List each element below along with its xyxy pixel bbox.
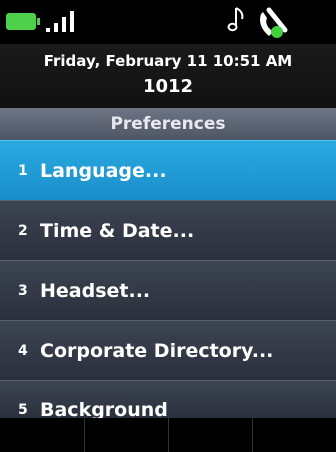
signal-icon [46, 10, 86, 32]
menu-item-number: 4 [18, 343, 28, 359]
battery-tip [37, 18, 40, 25]
battery-icon [6, 13, 36, 30]
menu-item-number: 3 [18, 283, 28, 299]
menu-item-number: 1 [18, 163, 28, 179]
menu-item-number: 2 [18, 223, 28, 239]
menu-title: Preferences [0, 108, 336, 140]
handset-icon [260, 7, 288, 38]
menu-item-label: Headset... [40, 280, 151, 302]
softkey-bar [0, 418, 336, 452]
menu-item-label: Time & Date... [40, 220, 195, 242]
extension-number: 1012 [142, 76, 194, 97]
menu-item-background[interactable]: 5 Background [0, 380, 336, 418]
menu-item-corporate-directory[interactable]: 4 Corporate Directory... [0, 320, 336, 380]
date-header: Friday, February 11 10:51 AM 1012 [0, 44, 336, 108]
softkey-2[interactable] [84, 418, 168, 452]
status-bar [0, 0, 336, 44]
menu-item-number: 5 [18, 402, 28, 418]
menu-item-label: Corporate Directory... [40, 340, 274, 362]
menu-item-time-date[interactable]: 2 Time & Date... [0, 200, 336, 260]
softkey-3[interactable] [168, 418, 252, 452]
date-time-label: Friday, February 11 10:51 AM [43, 52, 293, 70]
music-note-icon [227, 7, 244, 32]
menu-item-label: Language... [40, 160, 167, 182]
softkey-4[interactable] [252, 418, 336, 452]
softkey-1[interactable] [0, 418, 84, 452]
menu-item-headset[interactable]: 3 Headset... [0, 260, 336, 320]
menu-item-language[interactable]: 1 Language... [0, 140, 336, 200]
menu-item-label: Background [40, 399, 168, 418]
